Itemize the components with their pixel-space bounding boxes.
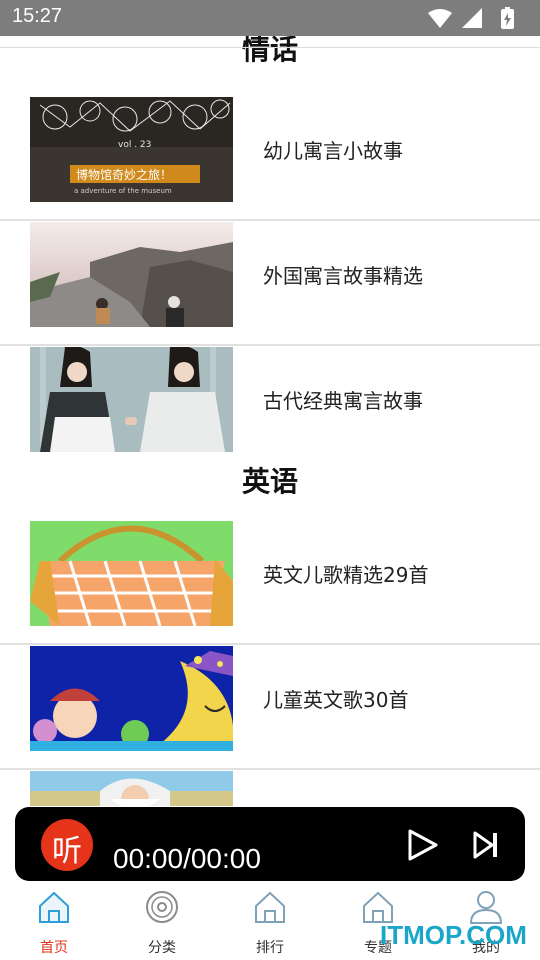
home-icon xyxy=(36,889,72,925)
mini-player[interactable]: 听 00:00/00:00 xyxy=(15,807,525,881)
tab-label: 分类 xyxy=(148,940,176,956)
watermark: ITMOP.COM xyxy=(380,920,527,950)
list-item[interactable]: 古代经典寓言故事 xyxy=(0,347,540,471)
list-item[interactable]: 英文儿歌精选29首 xyxy=(0,521,540,645)
tab-label: 排行 xyxy=(256,940,284,956)
battery-icon xyxy=(501,7,514,29)
divider xyxy=(0,219,540,221)
tab-label: 首页 xyxy=(40,940,68,956)
item-title: 幼儿寓言小故事 xyxy=(263,139,403,163)
item-title: 英文儿歌精选29首 xyxy=(263,563,429,587)
thumb-vol: vol . 23 xyxy=(118,140,151,150)
divider xyxy=(0,768,540,770)
home-icon xyxy=(252,889,288,925)
divider xyxy=(0,47,540,48)
thumbnail-cliff xyxy=(30,222,233,327)
play-button[interactable] xyxy=(408,829,438,861)
thumb-caption: a adventure of the museum xyxy=(74,187,172,195)
thumb-banner: 博物馆奇妙之旅！ xyxy=(76,167,172,182)
section-title-english: 英语 xyxy=(241,465,298,498)
list-item[interactable]: 儿童英文歌30首 xyxy=(0,646,540,770)
item-title: 儿童英文歌30首 xyxy=(263,688,409,712)
list-item[interactable]: 外国寓言故事精选 xyxy=(0,222,540,346)
wifi-icon xyxy=(428,9,452,28)
signal-icon xyxy=(462,8,482,28)
play-icon xyxy=(408,829,438,861)
thumbnail-basket xyxy=(30,521,233,626)
logo-text: 听 xyxy=(52,834,82,869)
app-logo-icon[interactable]: 听 xyxy=(41,819,93,871)
skip-next-icon xyxy=(473,831,497,859)
player-time: 00:00/00:00 xyxy=(113,843,261,874)
section-title-qinghua: 情话 xyxy=(241,36,298,66)
next-button[interactable] xyxy=(473,831,499,859)
list-item[interactable] xyxy=(0,771,540,806)
item-title: 外国寓言故事精选 xyxy=(263,264,423,288)
tab-home[interactable]: 首页 xyxy=(0,881,108,960)
status-time: 15:27 xyxy=(12,5,63,27)
tab-ranking[interactable]: 排行 xyxy=(216,881,324,960)
tab-category[interactable]: 分类 xyxy=(108,881,216,960)
divider xyxy=(0,344,540,346)
list-item[interactable]: vol . 23 博物馆奇妙之旅！ a adventure of the mus… xyxy=(0,97,540,221)
thumbnail-girls xyxy=(30,347,233,452)
thumbnail-grandpa xyxy=(30,771,233,806)
disc-icon xyxy=(144,889,180,925)
content-list[interactable]: 情话 vol . 23 博物馆奇妙之旅！ a adventure of the … xyxy=(0,36,540,806)
status-icons xyxy=(426,7,526,31)
status-bar: 15:27 xyxy=(0,0,540,36)
item-title: 古代经典寓言故事 xyxy=(263,389,423,413)
divider xyxy=(0,643,540,645)
thumbnail-moon xyxy=(30,646,233,751)
thumbnail-museum: vol . 23 博物馆奇妙之旅！ a adventure of the mus… xyxy=(30,97,233,202)
